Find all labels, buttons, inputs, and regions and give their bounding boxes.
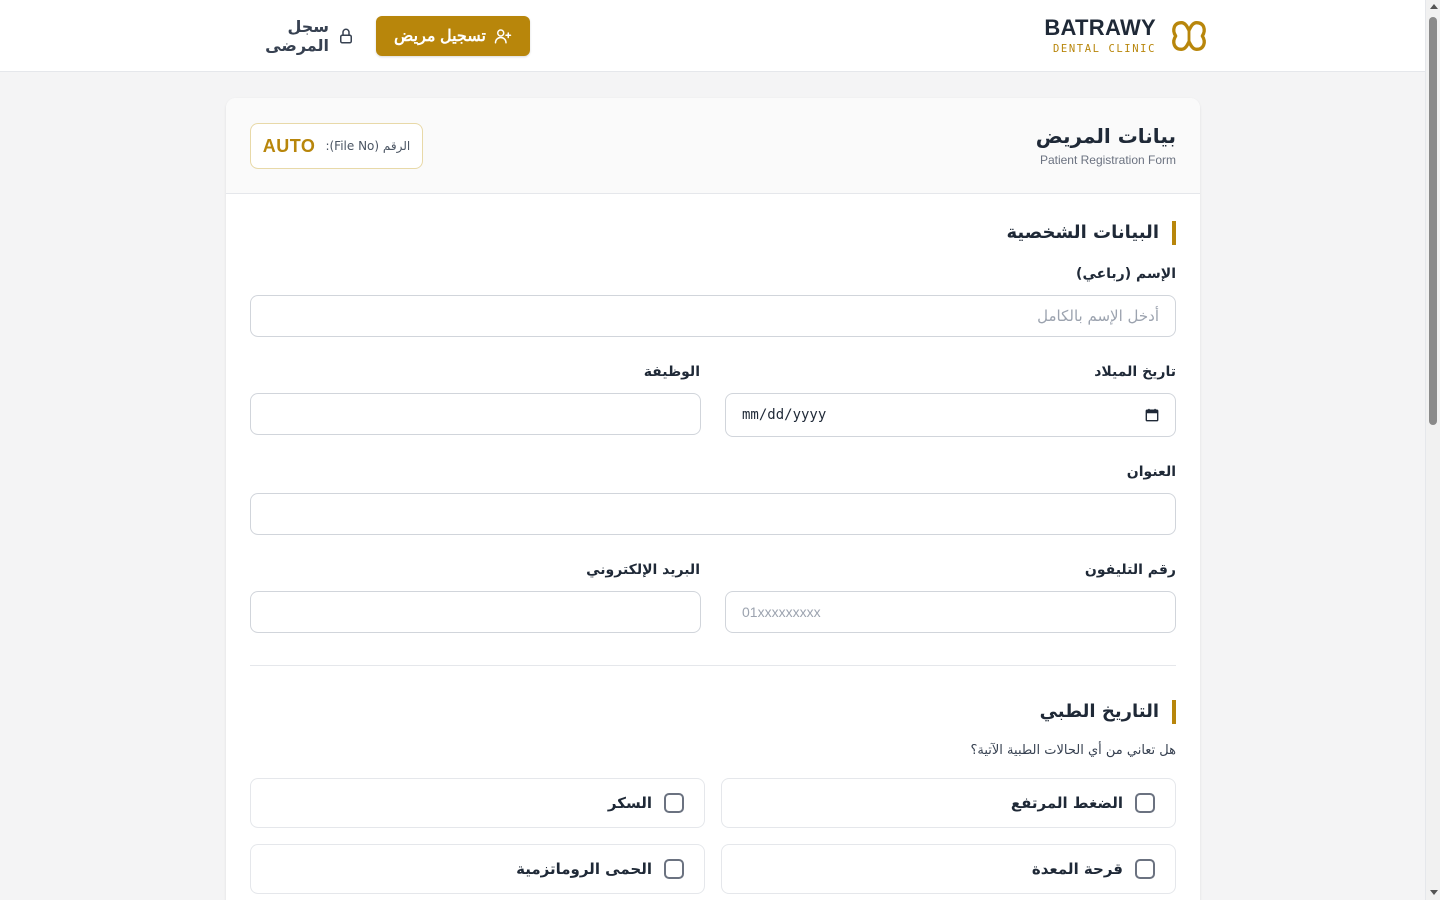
patient-records-link[interactable]: سجل المرضى bbox=[230, 16, 355, 56]
dob-label: تاريخ الميلاد bbox=[1094, 364, 1176, 380]
tooth-logo-icon bbox=[1172, 21, 1206, 51]
file-number-label: الرقم (File No): bbox=[325, 139, 411, 153]
brand-text: BATRAWY DENTAL CLINIC bbox=[1044, 17, 1156, 55]
file-number-value: AUTO bbox=[262, 135, 316, 156]
job-label: الوظيفة bbox=[643, 364, 700, 380]
personal-section-title: البيانات الشخصية bbox=[1007, 221, 1176, 245]
checkbox[interactable] bbox=[664, 859, 684, 879]
form-title: بيانات المريض bbox=[1035, 124, 1176, 148]
condition-label: الحمى الروماتزمية bbox=[516, 860, 652, 878]
top-navbar: BATRAWY DENTAL CLINIC تسجيل مريض سجل الم… bbox=[0, 0, 1425, 72]
card-header: بيانات المريض Patient Registration Form … bbox=[226, 98, 1200, 194]
condition-label: قرحة المعدة bbox=[1031, 860, 1123, 878]
checkbox[interactable] bbox=[664, 793, 684, 813]
scroll-up-arrow-icon[interactable] bbox=[1430, 4, 1438, 9]
phone-input[interactable]: 01xxxxxxxxx bbox=[725, 591, 1176, 633]
scrollbar-thumb[interactable] bbox=[1429, 17, 1437, 425]
checkbox[interactable] bbox=[1135, 859, 1155, 879]
name-placeholder: أدخل الإسم بالكامل bbox=[1037, 307, 1159, 325]
scroll-down-arrow-icon[interactable] bbox=[1430, 890, 1438, 895]
medical-section-title: التاريخ الطبي bbox=[1040, 700, 1176, 724]
dob-value: mm/dd/yyyy bbox=[742, 407, 827, 423]
condition-stomach-ulcer[interactable]: قرحة المعدة bbox=[721, 844, 1176, 894]
file-number-badge: الرقم (File No): AUTO bbox=[250, 123, 423, 169]
register-patient-label: تسجيل مريض bbox=[394, 28, 486, 45]
user-plus-icon bbox=[494, 29, 512, 44]
job-input[interactable] bbox=[250, 393, 701, 435]
condition-rheumatic-fever[interactable]: الحمى الروماتزمية bbox=[250, 844, 705, 894]
dob-input[interactable]: mm/dd/yyyy bbox=[725, 393, 1176, 437]
medical-question: هل تعاني من أي الحالات الطبية الآتية؟ bbox=[970, 743, 1176, 758]
brand-name: BATRAWY bbox=[1044, 15, 1156, 41]
brand-subtitle: DENTAL CLINIC bbox=[1053, 43, 1156, 56]
name-input[interactable]: أدخل الإسم بالكامل bbox=[250, 295, 1176, 337]
condition-label: الضغط المرتفع bbox=[1010, 794, 1123, 812]
register-patient-button[interactable]: تسجيل مريض bbox=[376, 16, 530, 56]
section-divider bbox=[250, 665, 1176, 666]
page-scrollbar[interactable] bbox=[1425, 0, 1440, 900]
checkbox[interactable] bbox=[1135, 793, 1155, 813]
condition-diabetes[interactable]: السكر bbox=[250, 778, 705, 828]
address-input[interactable] bbox=[250, 493, 1176, 535]
form-subtitle: Patient Registration Form bbox=[1039, 153, 1176, 167]
patient-records-label: سجل المرضى bbox=[265, 17, 329, 55]
email-input[interactable] bbox=[250, 591, 701, 633]
lock-icon bbox=[340, 28, 352, 44]
calendar-icon[interactable] bbox=[1145, 408, 1159, 422]
condition-label: السكر bbox=[607, 794, 652, 812]
phone-placeholder: 01xxxxxxxxx bbox=[742, 604, 821, 620]
brand-logo-link[interactable]: BATRAWY DENTAL CLINIC bbox=[1044, 15, 1208, 57]
address-label: العنوان bbox=[1126, 464, 1176, 480]
condition-hypertension[interactable]: الضغط المرتفع bbox=[721, 778, 1176, 828]
email-label: البريد الإلكتروني bbox=[586, 562, 700, 578]
name-label: الإسم (رباعي) bbox=[1076, 266, 1176, 282]
registration-card: بيانات المريض Patient Registration Form … bbox=[226, 98, 1200, 900]
phone-label: رقم التليفون bbox=[1084, 562, 1176, 578]
